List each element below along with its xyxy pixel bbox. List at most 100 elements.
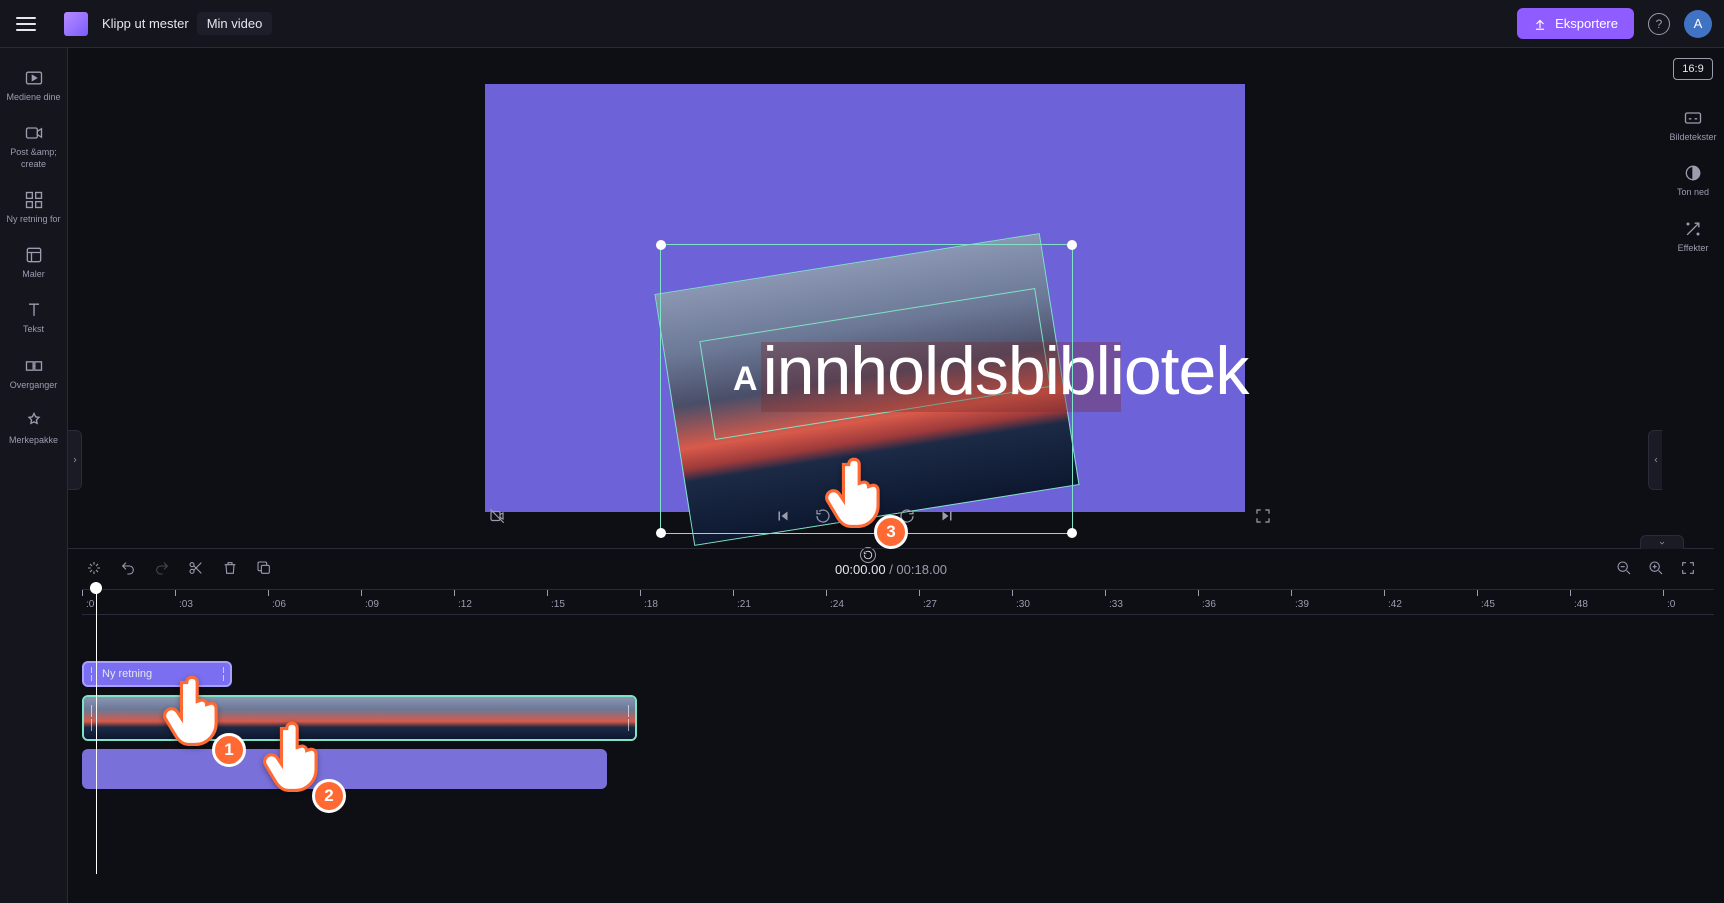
ruler-tick: :30	[1012, 590, 1030, 614]
clip-trim-right[interactable]	[625, 701, 631, 735]
media-icon	[24, 68, 44, 88]
right-item-effects[interactable]: Effekter	[1674, 211, 1713, 262]
text-clip[interactable]: Ny retning	[82, 661, 232, 687]
user-avatar[interactable]: A	[1684, 10, 1712, 38]
aspect-ratio-button[interactable]: 16:9	[1673, 58, 1712, 80]
preview-canvas[interactable]: A innholdsbibliotek	[485, 84, 1245, 512]
left-sidebar: Mediene dine Post &amp; create Ny retnin…	[0, 48, 68, 903]
fullscreen-button[interactable]	[1254, 507, 1272, 528]
transitions-icon	[24, 356, 44, 376]
clip-trim-right[interactable]	[220, 667, 226, 681]
seek-back-icon	[814, 507, 832, 525]
auto-enhance-button[interactable]	[86, 560, 102, 579]
scissors-icon	[188, 560, 204, 576]
ruler-tick: :21	[733, 590, 751, 614]
copy-icon	[256, 560, 272, 576]
video-clip[interactable]	[82, 695, 637, 741]
top-bar: Klipp ut mester Min video Eksportere ? A	[0, 0, 1724, 48]
clip-trim-left[interactable]	[88, 701, 94, 735]
chevron-down-icon	[1656, 539, 1668, 547]
timeline-toolbar: 00:00.00 / 00:18.00	[68, 549, 1714, 589]
sparkle-icon	[86, 560, 102, 576]
trash-icon	[222, 560, 238, 576]
timeline-panel: 00:00.00 / 00:18.00 :0:03:06:09:12:15:18…	[68, 548, 1714, 903]
menu-button[interactable]	[12, 10, 40, 38]
right-sidebar: 16:9 Bildetekster Ton ned Effekter	[1662, 48, 1724, 528]
effects-icon	[1683, 219, 1703, 239]
sidebar-item-templates[interactable]: Maler	[0, 235, 67, 290]
video-thumbnails	[84, 697, 635, 739]
timeline-ruler[interactable]: :0:03:06:09:12:15:18:21:24:27:30:33:36:3…	[82, 589, 1714, 615]
zoom-fit-button[interactable]	[1680, 560, 1696, 579]
zoom-out-button[interactable]	[1616, 560, 1632, 579]
ruler-tick: :27	[919, 590, 937, 614]
disable-preview-button[interactable]	[488, 507, 506, 528]
captions-icon	[1683, 108, 1703, 128]
zoom-in-icon	[1648, 560, 1664, 576]
seek-back-button[interactable]	[814, 507, 832, 528]
clip-trim-left[interactable]	[88, 667, 94, 681]
ruler-tick: :24	[826, 590, 844, 614]
track-text: Ny retning	[82, 661, 1714, 687]
seek-forward-button[interactable]	[898, 507, 916, 528]
ruler-tick: :48	[1570, 590, 1588, 614]
ruler-tick: :39	[1291, 590, 1309, 614]
resize-handle-nw[interactable]	[656, 240, 666, 250]
play-button[interactable]	[854, 505, 876, 530]
ruler-tick: :03	[175, 590, 193, 614]
camera-icon	[24, 123, 44, 143]
help-button[interactable]: ?	[1648, 13, 1670, 35]
sidebar-item-record-create[interactable]: Post &amp; create	[0, 113, 67, 180]
sidebar-item-your-media[interactable]: Mediene dine	[0, 58, 67, 113]
time-display: 00:00.00 / 00:18.00	[835, 562, 947, 577]
skip-start-icon	[774, 507, 792, 525]
export-button[interactable]: Eksportere	[1517, 8, 1634, 39]
preview-area: A innholdsbibliotek	[68, 48, 1662, 538]
skip-end-icon	[938, 507, 956, 525]
undo-icon	[120, 560, 136, 576]
sidebar-item-text[interactable]: Tekst	[0, 290, 67, 345]
right-item-fade[interactable]: Ton ned	[1673, 155, 1713, 206]
text-icon	[24, 300, 44, 320]
split-button[interactable]	[188, 560, 204, 579]
camera-off-icon	[488, 507, 506, 525]
play-icon	[854, 505, 876, 527]
background-clip[interactable]	[82, 749, 607, 789]
ruler-tick: :36	[1198, 590, 1216, 614]
ruler-tick: :09	[361, 590, 379, 614]
ruler-tick: :0	[82, 590, 94, 614]
app-title: Klipp ut mester	[102, 16, 189, 31]
sidebar-item-content-library[interactable]: Ny retning for	[0, 180, 67, 235]
skip-start-button[interactable]	[774, 507, 792, 528]
ruler-tick: :18	[640, 590, 658, 614]
ruler-tick: :06	[268, 590, 286, 614]
sidebar-item-transitions[interactable]: Overganger	[0, 346, 67, 401]
undo-button[interactable]	[120, 560, 136, 579]
export-label: Eksportere	[1555, 16, 1618, 31]
seek-forward-icon	[898, 507, 916, 525]
timeline-collapse-tab[interactable]	[1640, 535, 1684, 549]
zoom-out-icon	[1616, 560, 1632, 576]
transport-controls	[68, 505, 1662, 530]
video-name-input[interactable]: Min video	[197, 12, 273, 35]
zoom-in-button[interactable]	[1648, 560, 1664, 579]
timeline-tracks: Ny retning	[82, 661, 1714, 789]
fade-icon	[1683, 163, 1703, 183]
selection-bounding-box[interactable]	[660, 244, 1073, 534]
brand-icon	[24, 411, 44, 431]
ruler-tick: :12	[454, 590, 472, 614]
playhead[interactable]	[96, 590, 97, 874]
fit-icon	[1680, 560, 1696, 576]
sidebar-item-brand-kit[interactable]: Merkepakke	[0, 401, 67, 456]
skip-end-button[interactable]	[938, 507, 956, 528]
duplicate-button[interactable]	[256, 560, 272, 579]
delete-button[interactable]	[222, 560, 238, 579]
resize-handle-ne[interactable]	[1067, 240, 1077, 250]
track-video	[82, 695, 1714, 741]
right-item-captions[interactable]: Bildetekster	[1665, 100, 1720, 151]
redo-icon	[154, 560, 170, 576]
redo-button[interactable]	[154, 560, 170, 579]
ruler-tick: :45	[1477, 590, 1495, 614]
upload-icon	[1533, 17, 1547, 31]
library-icon	[24, 190, 44, 210]
